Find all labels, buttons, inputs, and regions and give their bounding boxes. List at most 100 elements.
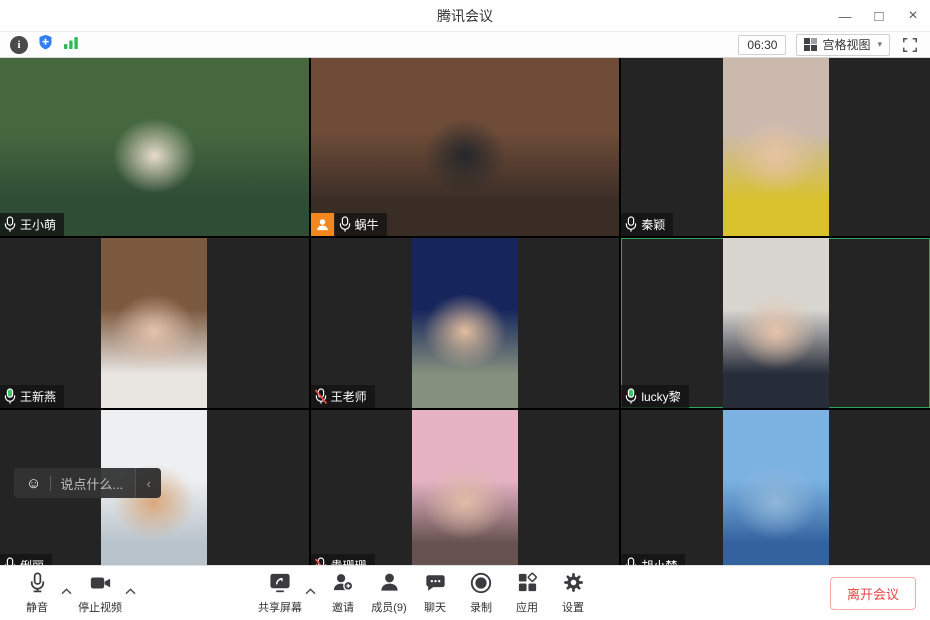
stop-video-button[interactable]: 停止视频 <box>76 569 124 617</box>
participant-name-row: 蜗牛 <box>311 213 387 236</box>
chevron-down-icon: ▾ <box>877 39 882 50</box>
share-screen-options-chevron[interactable] <box>305 582 316 600</box>
chat-button[interactable]: 聊天 <box>412 569 458 617</box>
stop-video-label: 停止视频 <box>78 599 122 615</box>
settings-button[interactable]: 设置 <box>550 569 596 617</box>
participant-video <box>723 410 829 565</box>
app-window: 腾讯会议 — □ × i 06:30 宫格视图 ▾ <box>0 0 930 620</box>
meeting-timer: 06:30 <box>738 35 786 55</box>
participant-tile[interactable]: 贵珊珊 <box>311 410 620 565</box>
leave-meeting-button[interactable]: 离开会议 <box>830 577 916 610</box>
settings-label: 设置 <box>562 599 584 615</box>
record-button[interactable]: 录制 <box>458 569 504 617</box>
camera-icon <box>88 572 113 599</box>
mic-icon <box>3 557 17 565</box>
meeting-topbar: i 06:30 宫格视图 ▾ <box>0 32 930 58</box>
fullscreen-icon <box>902 37 918 53</box>
participant-name-label: 贵珊珊 <box>311 554 375 565</box>
invite-icon <box>331 571 355 599</box>
participant-name-label: 蜗牛 <box>335 213 387 236</box>
participant-name: 蜗牛 <box>355 216 379 233</box>
chevron-up-icon <box>305 588 316 595</box>
participant-name-row: 王小萌 <box>0 213 64 236</box>
share-screen-label: 共享屏幕 <box>258 599 302 615</box>
participant-tile[interactable]: 王老师 <box>311 238 620 408</box>
participant-name-row: 胡小梦 <box>621 554 685 565</box>
mute-options-chevron[interactable] <box>61 582 72 600</box>
participant-tile[interactable]: 王新燕 <box>0 238 309 408</box>
maximize-icon: □ <box>874 8 883 25</box>
chat-icon <box>424 572 447 599</box>
participant-video <box>723 58 829 236</box>
window-controls: — □ × <box>828 0 930 32</box>
share-screen-icon <box>268 571 292 599</box>
participant-video <box>412 238 518 408</box>
apps-icon <box>516 571 539 599</box>
quickbar-collapse-button[interactable]: ‹ <box>135 468 161 498</box>
emoji-icon[interactable]: ☺ <box>26 476 41 491</box>
participant-name-label: 秦颖 <box>621 213 673 236</box>
mic-icon <box>624 557 638 565</box>
mic-icon <box>3 216 17 233</box>
topbar-right: 06:30 宫格视图 ▾ <box>738 34 920 56</box>
participant-tile[interactable]: lucky黎 <box>621 238 930 408</box>
participant-name-row: 王新燕 <box>0 385 64 408</box>
apps-button[interactable]: 应用 <box>504 569 550 617</box>
mic-muted-icon <box>314 388 328 405</box>
layout-view-button[interactable]: 宫格视图 ▾ <box>796 34 890 56</box>
settings-icon <box>562 571 585 599</box>
member-icon <box>378 571 401 599</box>
minimize-button[interactable]: — <box>828 0 862 32</box>
participant-name-label: 王小萌 <box>0 213 64 236</box>
grid-view-icon <box>804 38 817 51</box>
participant-name-row: 秦颖 <box>621 213 673 236</box>
share-screen-button[interactable]: 共享屏幕 <box>256 569 304 617</box>
security-shield-icon[interactable] <box>37 33 54 56</box>
participant-tile[interactable]: 王小萌 <box>0 58 309 236</box>
stop-video-options-chevron[interactable] <box>125 582 136 600</box>
window-title: 腾讯会议 <box>0 0 930 32</box>
participant-video <box>723 238 829 408</box>
chat-label: 聊天 <box>424 599 446 615</box>
participant-tile[interactable]: 蜗牛 <box>311 58 620 236</box>
close-button[interactable]: × <box>896 0 930 32</box>
participant-name-row: 王老师 <box>311 385 375 408</box>
close-icon: × <box>908 7 917 25</box>
apps-label: 应用 <box>516 599 538 615</box>
chevron-up-icon <box>61 588 72 595</box>
toolbar-group-left: 静音 停止视频 <box>14 569 140 617</box>
participant-video <box>101 238 207 408</box>
invite-label: 邀请 <box>332 599 354 615</box>
members-button[interactable]: 成员(9) <box>366 569 412 617</box>
network-signal-icon[interactable] <box>63 35 79 55</box>
chat-quickbar: ☺ 说点什么... ‹ <box>14 468 161 498</box>
participant-name-row: 贵珊珊 <box>311 554 375 565</box>
divider <box>50 476 51 491</box>
mic-speaking-icon <box>3 388 17 405</box>
members-label: 成员(9) <box>371 599 406 615</box>
participant-name-label: lucky黎 <box>621 385 688 408</box>
record-label: 录制 <box>470 599 492 615</box>
chevron-up-icon <box>125 588 136 595</box>
participant-video <box>412 410 518 565</box>
mic-muted-icon <box>314 557 328 565</box>
mic-icon <box>338 216 352 233</box>
meeting-toolbar: 静音 停止视频 共享屏幕 邀请 成员(9) 聊天 录制 应用 设置 离开会议 <box>0 565 930 620</box>
topbar-status-icons: i <box>10 33 79 56</box>
participant-name-row: lucky黎 <box>621 385 688 408</box>
titlebar: 腾讯会议 — □ × <box>0 0 930 32</box>
participant-tile[interactable]: 胡小梦 <box>621 410 930 565</box>
participant-name: 贵珊珊 <box>331 557 367 565</box>
mute-button[interactable]: 静音 <box>14 569 60 617</box>
meeting-info-icon[interactable]: i <box>10 36 28 54</box>
participant-name-label: 俐丽 <box>0 554 52 565</box>
invite-button[interactable]: 邀请 <box>320 569 366 617</box>
mic-speaking-icon <box>624 388 638 405</box>
participant-tile[interactable]: 秦颖 <box>621 58 930 236</box>
participant-name-label: 王老师 <box>311 385 375 408</box>
participant-name: 王新燕 <box>20 388 56 405</box>
maximize-button[interactable]: □ <box>862 0 896 32</box>
quickbar-input[interactable]: ☺ 说点什么... <box>14 468 135 498</box>
quickbar-placeholder: 说点什么... <box>60 474 123 493</box>
fullscreen-button[interactable] <box>900 35 920 55</box>
